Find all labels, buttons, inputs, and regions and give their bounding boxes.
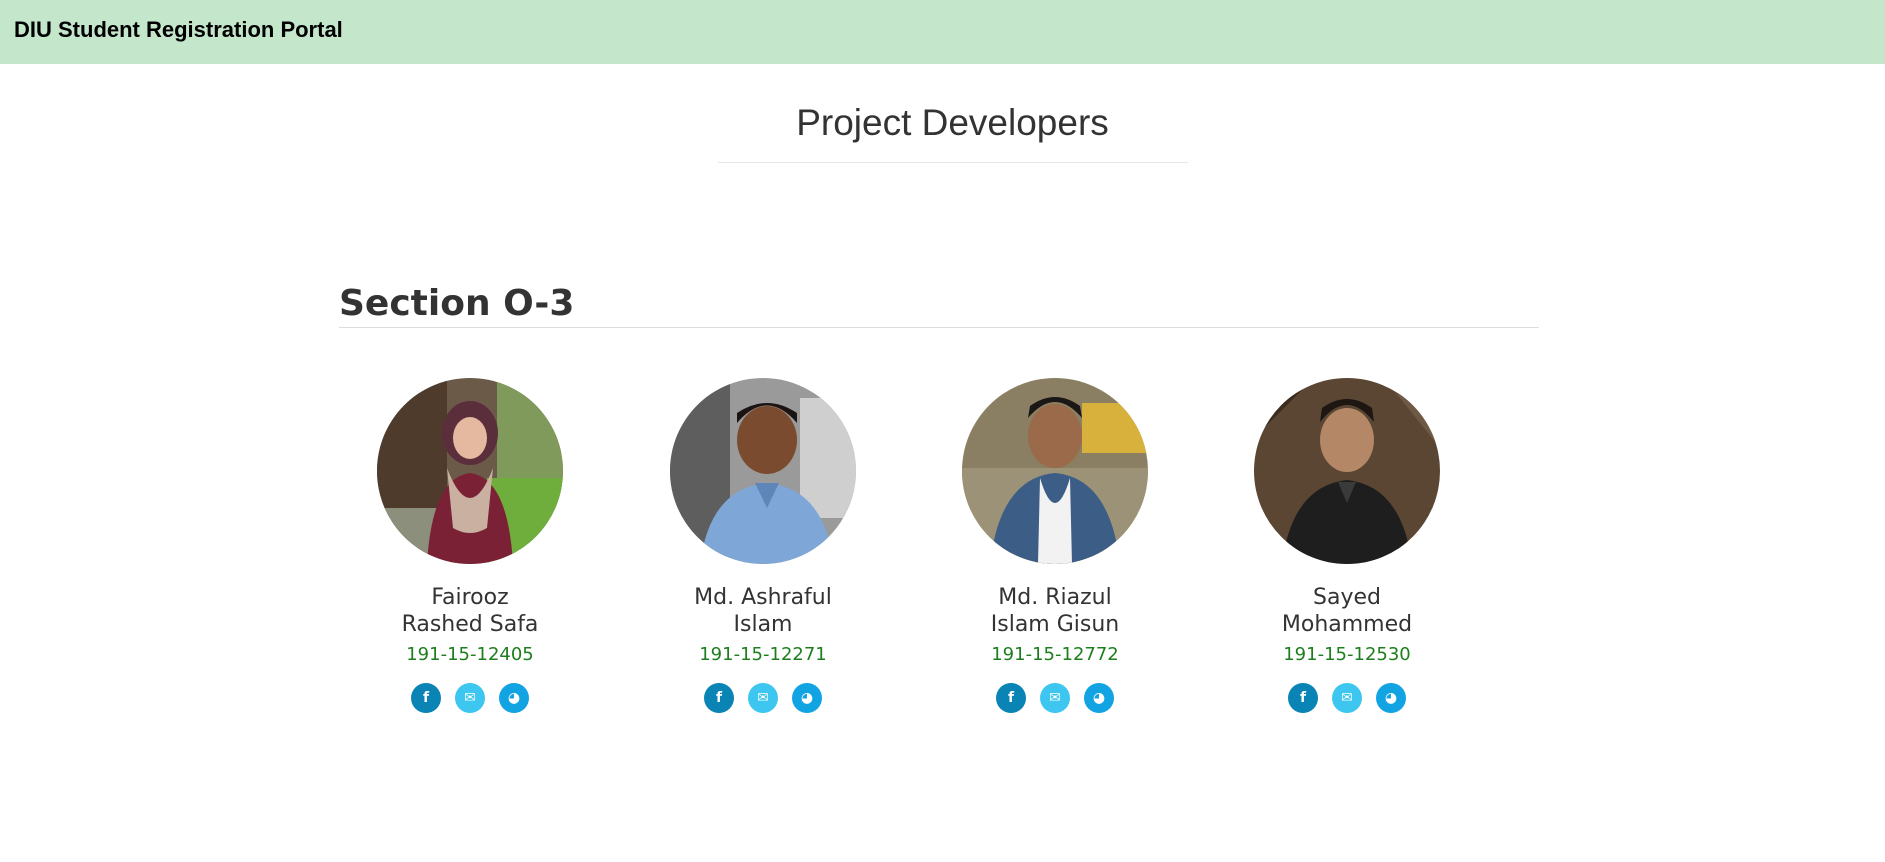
brand-link[interactable]: DIU Student Registration Portal bbox=[14, 17, 343, 43]
developer-name: Md. Riazul Islam Gisun bbox=[990, 585, 1120, 637]
social-links: f ✉ ◕ bbox=[1227, 683, 1467, 713]
developer-card: Fairooz Rashed Safa 191-15-12405 f ✉ ◕ bbox=[350, 378, 590, 713]
mail-icon[interactable]: ✉ bbox=[1332, 683, 1362, 713]
facebook-icon[interactable]: f bbox=[1288, 683, 1318, 713]
student-id: 191-15-12271 bbox=[699, 644, 827, 665]
student-id: 191-15-12772 bbox=[991, 644, 1119, 665]
developer-photo bbox=[1254, 378, 1440, 564]
developer-name: Sayed Mohammed bbox=[1281, 585, 1413, 637]
facebook-icon[interactable]: f bbox=[704, 683, 734, 713]
student-id: 191-15-12530 bbox=[1283, 644, 1411, 665]
social-links: f ✉ ◕ bbox=[643, 683, 883, 713]
globe-icon[interactable]: ◕ bbox=[499, 683, 529, 713]
section-heading: Section O-3 bbox=[339, 283, 575, 324]
social-links: f ✉ ◕ bbox=[350, 683, 590, 713]
title-divider bbox=[718, 162, 1188, 163]
developer-name: Md. Ashraful Islam bbox=[694, 585, 832, 637]
student-id: 191-15-12405 bbox=[406, 644, 534, 665]
social-links: f ✉ ◕ bbox=[935, 683, 1175, 713]
developer-card: Sayed Mohammed 191-15-12530 f ✉ ◕ bbox=[1227, 378, 1467, 713]
globe-icon[interactable]: ◕ bbox=[792, 683, 822, 713]
developer-name: Fairooz Rashed Safa bbox=[401, 585, 539, 637]
section-divider bbox=[339, 327, 1539, 328]
globe-icon[interactable]: ◕ bbox=[1084, 683, 1114, 713]
mail-icon[interactable]: ✉ bbox=[748, 683, 778, 713]
mail-icon[interactable]: ✉ bbox=[455, 683, 485, 713]
developer-photo bbox=[962, 378, 1148, 564]
facebook-icon[interactable]: f bbox=[996, 683, 1026, 713]
globe-icon[interactable]: ◕ bbox=[1376, 683, 1406, 713]
mail-icon[interactable]: ✉ bbox=[1040, 683, 1070, 713]
developer-photo bbox=[670, 378, 856, 564]
page-title: Project Developers bbox=[796, 102, 1109, 143]
developer-photo bbox=[377, 378, 563, 564]
developer-card: Md. Riazul Islam Gisun 191-15-12772 f ✉ … bbox=[935, 378, 1175, 713]
developer-card: Md. Ashraful Islam 191-15-12271 f ✉ ◕ bbox=[643, 378, 883, 713]
top-navbar: DIU Student Registration Portal bbox=[0, 0, 1885, 64]
facebook-icon[interactable]: f bbox=[411, 683, 441, 713]
